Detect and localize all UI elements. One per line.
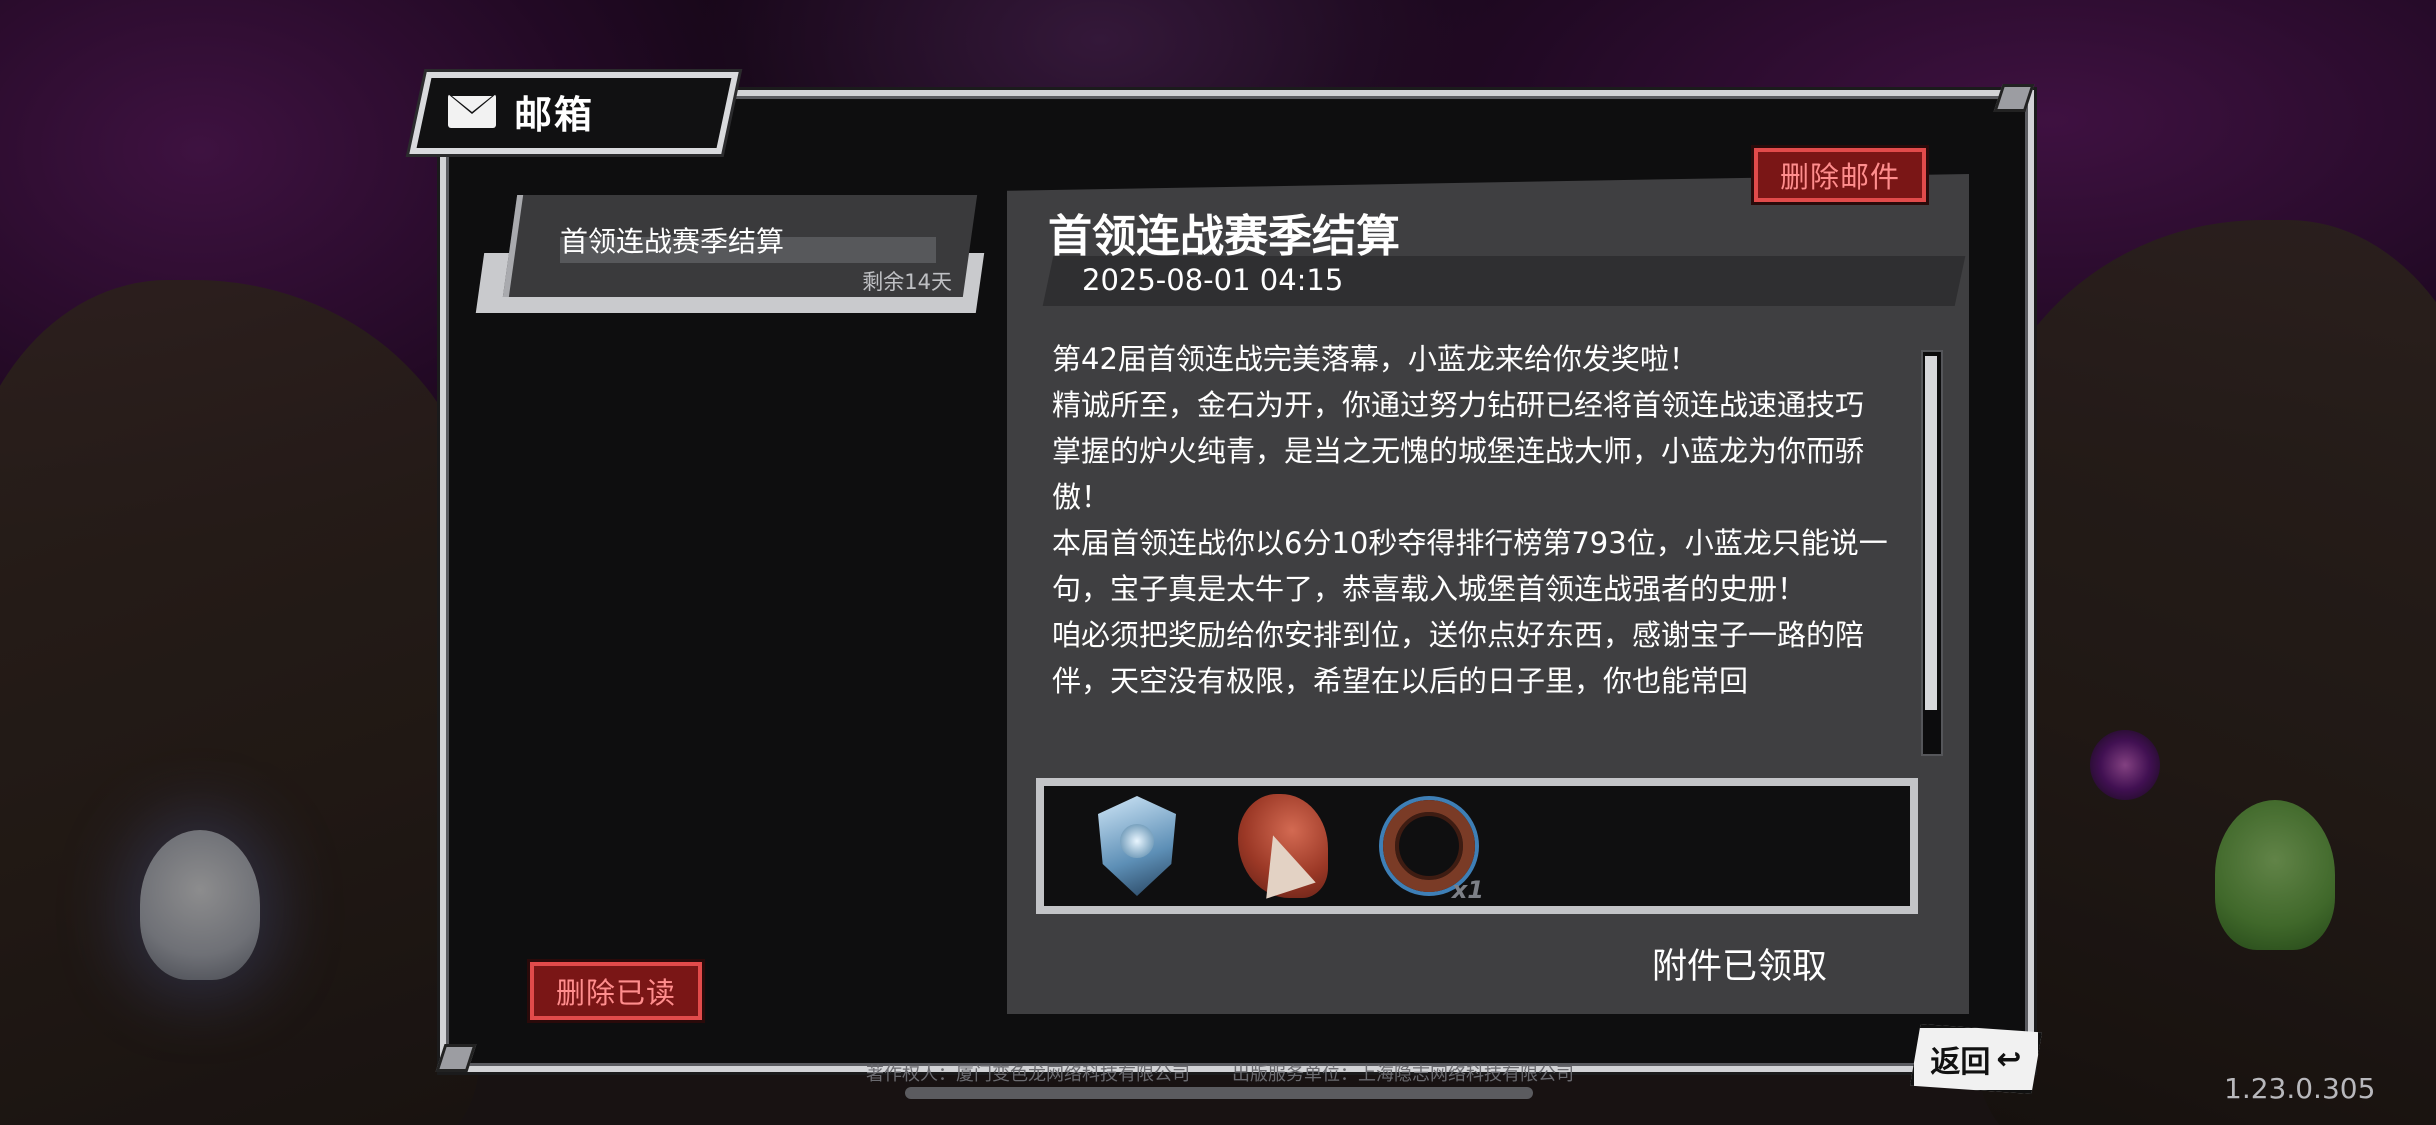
scrollbar-thumb[interactable] [1925,356,1937,710]
attachment-quantity: x1 [1451,876,1484,904]
home-indicator[interactable] [905,1087,1533,1099]
blue-shield-badge-icon [1098,796,1176,896]
mail-body-scroll[interactable]: 第42届首领连战完美落幕，小蓝龙来给你发奖啦！ 精诚所至，金石为开，你通过努力钻… [1052,336,1888,750]
mail-body-paragraph: 精诚所至，金石为开，你通过努力钻研已经将首领连战速通技巧掌握的炉火纯青，是当之无… [1052,388,1865,514]
mail-body: 第42届首领连战完美落幕，小蓝龙来给你发奖啦！ 精诚所至，金石为开，你通过努力钻… [1052,336,1888,704]
return-arrow-icon: ↩ [1996,1041,2022,1077]
mail-date: 2025-08-01 04:15 [1082,263,1344,297]
back-button[interactable]: 返回 ↩ [1910,1024,2042,1094]
delete-read-button[interactable]: 删除已读 [530,962,703,1020]
version-number: 1.23.0.305 [2224,1072,2376,1105]
mail-list-item[interactable]: 首领连战赛季结算 剩余14天 [475,195,985,313]
claim-status: 附件已领取 [1652,947,1828,987]
window-title-text: 邮箱 [514,92,595,137]
copyright-text: 著作权人：厦门变色龙网络科技有限公司 [866,1064,1190,1085]
attachment-item[interactable] [1082,788,1192,904]
list-item-title: 首领连战赛季结算 [560,225,785,258]
delete-mail-button[interactable]: 删除邮件 [1754,148,1927,202]
attachment-item[interactable]: x1 [1374,788,1484,904]
list-item-expire: 剩余14天 [862,270,952,294]
red-claw-fragment-icon [1238,794,1328,898]
mail-body-paragraph: 本届首领连战你以6分10秒夺得排行榜第793位，小蓝龙只能说一句，宝子真是太牛了… [1052,526,1888,606]
window-title: 邮箱 [448,80,594,142]
publisher-text: 出版服务单位：上海隐志网络科技有限公司 [1232,1064,1574,1085]
back-label: 返回 [1930,1045,1991,1080]
mail-body-scrollbar[interactable] [1921,350,1943,756]
attachment-item[interactable] [1228,788,1338,904]
mail-body-paragraph: 咱必须把奖励给你安排到位，送你点好东西，感谢宝子一路的陪伴，天空没有极限，希望在… [1052,618,1865,698]
mail-body-paragraph: 第42届首领连战完美落幕，小蓝龙来给你发奖啦！ [1052,342,1698,376]
attachment-tray: x1 [1036,778,1918,914]
mail-icon [448,94,496,128]
mail-title: 首领连战赛季结算 [1048,211,1400,262]
